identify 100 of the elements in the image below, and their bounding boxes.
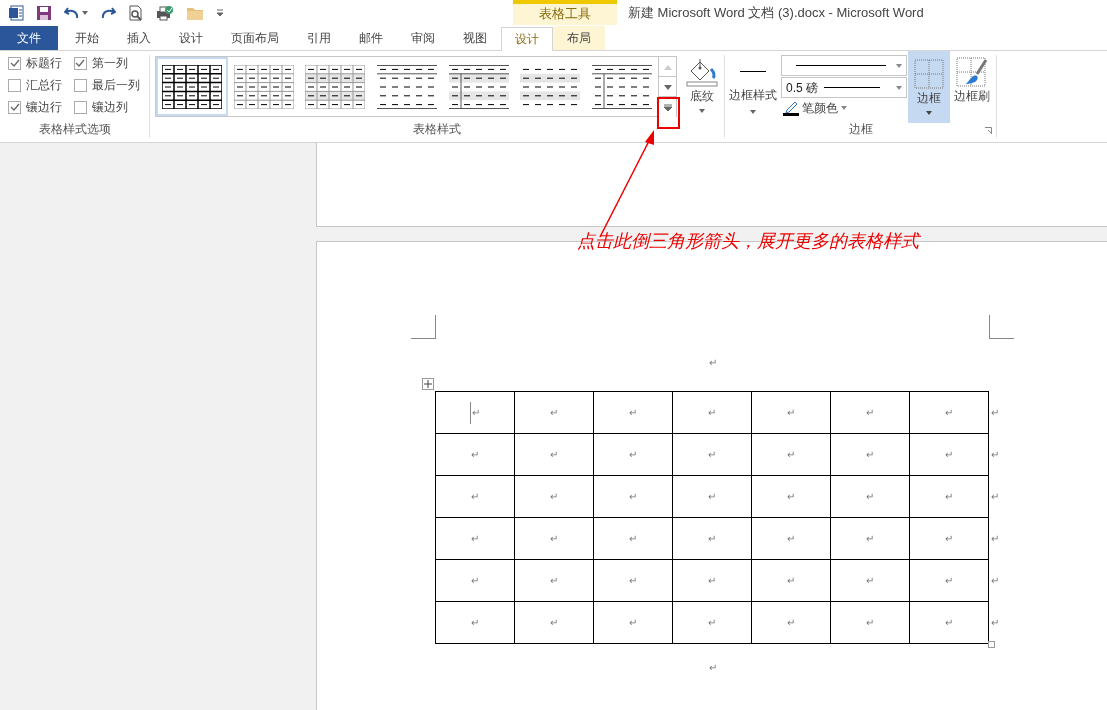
caret-icon: [750, 110, 756, 114]
pen-icon: [783, 100, 799, 116]
table-cell: ↵: [830, 601, 910, 644]
ribbon-tab[interactable]: 文件: [0, 26, 58, 50]
row-end-mark: ↵: [991, 491, 999, 502]
checkbox-label: 镶边行: [26, 100, 62, 115]
table-cell: ↵: [909, 433, 989, 476]
caret-icon: [896, 63, 902, 68]
table-cell: ↵: [514, 559, 594, 602]
table-resize-handle[interactable]: [988, 641, 995, 648]
table-cell: ↵: [593, 433, 673, 476]
table-cell: ↵: [830, 433, 910, 476]
borders-button[interactable]: 边框: [908, 51, 950, 123]
border-styles-button[interactable]: 边框样式: [725, 55, 781, 138]
annotation-text: 点击此倒三角形箭头，展开更多的表格样式: [577, 229, 919, 253]
checkbox-label: 第一列: [91, 56, 128, 71]
checkbox[interactable]: [8, 57, 21, 70]
ribbon-tab[interactable]: 视图: [449, 26, 501, 50]
table-cell: ↵: [909, 475, 989, 518]
group-label: 表格样式: [413, 122, 461, 136]
printer-check-icon[interactable]: [156, 4, 174, 21]
table-cell: ↵: [514, 391, 594, 434]
grid-icon: [914, 59, 944, 89]
table-cell: ↵: [830, 391, 910, 434]
ribbon-tab[interactable]: 布局: [553, 26, 605, 50]
ribbon-tab[interactable]: 插入: [113, 26, 165, 50]
document-app-icon[interactable]: [8, 4, 24, 21]
line-style-dropdown[interactable]: [781, 55, 907, 76]
dropdown-icon[interactable]: [216, 8, 224, 17]
row-end-mark: ↵: [991, 533, 999, 544]
table-cell: ↵: [830, 559, 910, 602]
table-cell: ↵: [672, 433, 752, 476]
table-move-handle-icon[interactable]: [422, 378, 434, 390]
table-cell: ↵: [909, 517, 989, 560]
table-cell: ↵: [593, 475, 673, 518]
table-cell: ↵: [751, 601, 831, 644]
crop-mark: [411, 315, 436, 339]
ribbon-tab[interactable]: 设计: [165, 26, 217, 50]
table-cell: ↵: [435, 475, 515, 518]
checkbox-label: 标题行: [26, 56, 62, 71]
table-cell: ↵: [435, 391, 515, 434]
brush-grid-icon: [956, 57, 988, 87]
table-cell: ↵: [909, 391, 989, 434]
row-end-mark: ↵: [991, 575, 999, 586]
paragraph-mark: ↵: [708, 357, 717, 368]
table-cell: ↵: [435, 433, 515, 476]
ribbon-tab[interactable]: 开始: [61, 26, 113, 50]
row-end-mark: ↵: [991, 449, 999, 460]
pen-color-button[interactable]: 笔颜色: [781, 99, 849, 117]
text-cursor: [470, 401, 471, 424]
row-end-mark: ↵: [991, 617, 999, 628]
table-cell: ↵: [751, 391, 831, 434]
checkbox[interactable]: [73, 101, 87, 114]
caret-icon: [896, 85, 902, 90]
table-cell: ↵: [672, 475, 752, 518]
ribbon-tab[interactable]: 邮件: [345, 26, 397, 50]
checkbox[interactable]: [8, 79, 21, 92]
table-cell: ↵: [672, 601, 752, 644]
ribbon-tab[interactable]: 引用: [293, 26, 345, 50]
group-label: 边框: [848, 122, 873, 136]
checkbox[interactable]: [73, 57, 87, 70]
dialog-launcher-icon[interactable]: [985, 127, 992, 134]
table-cell: ↵: [593, 559, 673, 602]
window-title: 新建 Microsoft Word 文档 (3).docx - Microsoft Word: [627, 4, 924, 22]
table-cell: ↵: [514, 601, 594, 644]
table-cell: ↵: [435, 601, 515, 644]
ribbon-tab[interactable]: 页面布局: [217, 26, 293, 50]
table-cell: ↵: [435, 559, 515, 602]
table-cell: ↵: [435, 517, 515, 560]
ribbon-tab[interactable]: 设计: [501, 27, 553, 51]
caret-icon: [926, 111, 932, 115]
table-cell: ↵: [593, 601, 673, 644]
table-style-thumbnail[interactable]: [156, 57, 228, 116]
group-label: 表格样式选项: [38, 122, 111, 136]
table-cell: ↵: [751, 475, 831, 518]
caret-icon[interactable]: [82, 10, 88, 15]
checkbox[interactable]: [73, 79, 87, 92]
paragraph-mark: ↵: [708, 662, 717, 673]
context-tab-header: 表格工具: [513, 0, 617, 25]
caret-icon: [841, 106, 847, 110]
checkbox[interactable]: [8, 101, 21, 114]
border-painter-button[interactable]: 边框刷: [950, 55, 994, 138]
page-magnifier-icon[interactable]: [128, 4, 144, 21]
save-icon[interactable]: [36, 4, 52, 21]
checkbox-label: 最后一列: [91, 78, 140, 93]
crop-mark: [989, 315, 1014, 339]
up-triangle-icon: [663, 64, 672, 70]
shading-button[interactable]: 底纹: [681, 55, 723, 138]
table-cell: ↵: [751, 433, 831, 476]
table-cell: ↵: [830, 475, 910, 518]
highlight-frame: [657, 97, 680, 129]
table-cell: ↵: [514, 475, 594, 518]
line-weight-dropdown[interactable]: 0.5 磅: [781, 77, 907, 98]
table-cell: ↵: [909, 601, 989, 644]
table-cell: ↵: [593, 517, 673, 560]
ribbon-tab[interactable]: 审阅: [397, 26, 449, 50]
table-cell: ↵: [751, 517, 831, 560]
paint-bucket-icon: [685, 57, 719, 87]
row-end-mark: ↵: [991, 407, 999, 418]
caret-icon: [699, 109, 705, 113]
